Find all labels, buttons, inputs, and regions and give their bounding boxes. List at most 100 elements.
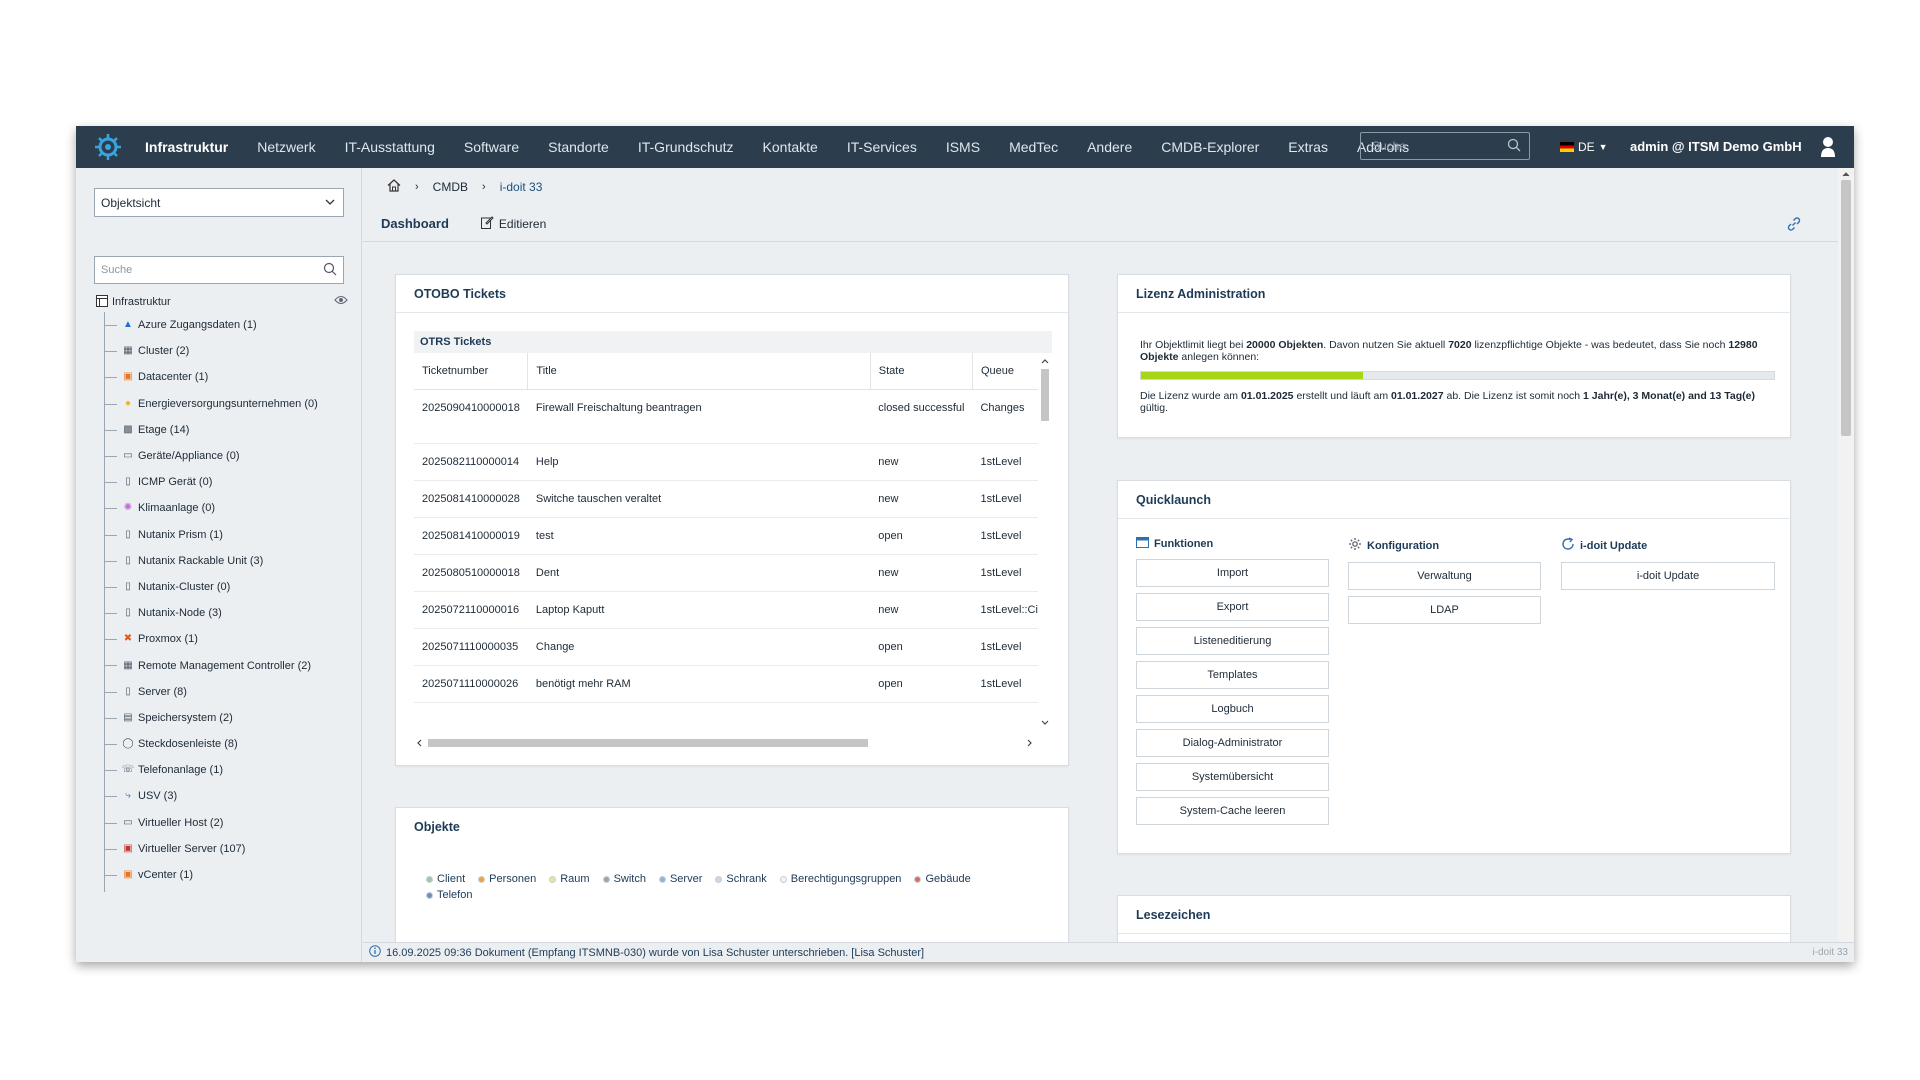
tree-item[interactable]: ▯ Server (8) xyxy=(96,679,360,705)
tree-item-label: Azure Zugangsdaten (1) xyxy=(138,319,257,332)
quicklaunch-button[interactable]: Dialog-Administrator xyxy=(1136,729,1329,757)
table-row[interactable]: 2025071110000035 Change open 1stLevel xyxy=(414,628,1038,666)
tree-item[interactable]: ▯ Nutanix Rackable Unit (3) xyxy=(96,548,360,574)
tree-item[interactable]: ● Energieversorgungsunternehmen (0) xyxy=(96,391,360,417)
column-header-ticketnumber[interactable]: Ticketnumber xyxy=(414,353,529,390)
legend-item[interactable]: Gebäude xyxy=(914,872,971,887)
link-icon[interactable] xyxy=(1786,216,1802,237)
dashboard-tab[interactable]: Dashboard xyxy=(381,216,449,231)
eye-icon[interactable] xyxy=(334,295,348,308)
breadcrumb-cmdb[interactable]: CMDB xyxy=(433,180,468,194)
quicklaunch-button[interactable]: Verwaltung xyxy=(1348,562,1541,590)
nav-standorte[interactable]: Standorte xyxy=(548,139,609,155)
table-row[interactable]: 2025081410000028 Switche tauschen veralte… xyxy=(414,480,1038,518)
legend-item[interactable]: Telefon xyxy=(426,888,472,903)
nav-infrastruktur[interactable]: Infrastruktur xyxy=(145,139,228,155)
table-row[interactable]: 2025062510000011teopen1stLevel::Ci xyxy=(414,702,1038,711)
status-message[interactable]: 16.09.2025 09:36 Dokument (Empfang ITSMN… xyxy=(386,947,924,959)
nav-isms[interactable]: ISMS xyxy=(946,139,980,155)
edit-button[interactable]: Editieren xyxy=(480,215,546,232)
nav-kontakte[interactable]: Kontakte xyxy=(763,139,818,155)
tree-item[interactable]: ▲ Azure Zugangsdaten (1) xyxy=(96,312,360,338)
table-row[interactable]: 2025090410000018 Firewall Freischaltung b… xyxy=(414,389,1038,444)
nav-medtec[interactable]: MedTec xyxy=(1009,139,1058,155)
tree-item[interactable]: ▯ Nutanix Prism (1) xyxy=(96,522,360,548)
tree-item[interactable]: ▭ Geräte/Appliance (0) xyxy=(96,443,360,469)
search-icon[interactable] xyxy=(1507,138,1521,155)
nav-netzwerk[interactable]: Netzwerk xyxy=(257,139,315,155)
tree-item[interactable]: ✖ Proxmox (1) xyxy=(96,626,360,652)
tree-search-input[interactable]: Suche xyxy=(94,256,344,284)
tree-item[interactable]: ▦ Remote Management Controller (2) xyxy=(96,652,360,678)
main-content: › CMDB › i-doit 33 Dashboard Editieren O… xyxy=(363,168,1854,962)
tree-item[interactable]: ▣ Datacenter (1) xyxy=(96,364,360,390)
nav-it-ausstattung[interactable]: IT-Ausstattung xyxy=(345,139,435,155)
column-header-queue[interactable]: Queue xyxy=(972,353,1038,390)
tree-item[interactable]: ▣ vCenter (1) xyxy=(96,862,360,888)
tree-item[interactable]: ▤ Speichersystem (2) xyxy=(96,705,360,731)
tree-item-label: Nutanix-Cluster (0) xyxy=(138,580,231,593)
legend-item[interactable]: Switch xyxy=(602,872,646,887)
quicklaunch-button[interactable]: Export xyxy=(1136,593,1329,621)
nav-software[interactable]: Software xyxy=(464,139,519,155)
main-scrollbar-thumb[interactable] xyxy=(1841,180,1851,436)
nav-search-input[interactable]: Suche xyxy=(1360,132,1530,160)
tree-item[interactable]: ☏ Telefonanlage (1) xyxy=(96,757,360,783)
legend-item[interactable]: Server xyxy=(658,872,702,887)
quicklaunch-button[interactable]: i-doit Update xyxy=(1561,562,1775,590)
view-select[interactable]: Objektsicht xyxy=(94,188,344,217)
breadcrumb-current[interactable]: i-doit 33 xyxy=(500,180,543,194)
legend-item[interactable]: Raum xyxy=(549,872,590,887)
legend-item[interactable]: Berechtigungsgruppen xyxy=(779,872,902,887)
legend-item[interactable]: Schrank xyxy=(715,872,767,887)
power-strip-icon: ◯ xyxy=(122,738,134,750)
nav-it-services[interactable]: IT-Services xyxy=(847,139,917,155)
quicklaunch-button[interactable]: Templates xyxy=(1136,661,1329,689)
table-row[interactable]: 2025081410000019 test open 1stLevel xyxy=(414,517,1038,555)
nav-andere[interactable]: Andere xyxy=(1087,139,1132,155)
quicklaunch-button[interactable]: LDAP xyxy=(1348,596,1541,624)
tree-item[interactable]: ▯ Nutanix-Cluster (0) xyxy=(96,574,360,600)
nav-extras[interactable]: Extras xyxy=(1288,139,1328,155)
quicklaunch-button[interactable]: System-Cache leeren xyxy=(1136,797,1329,825)
legend-item[interactable]: Client xyxy=(426,872,465,887)
quicklaunch-button[interactable]: Import xyxy=(1136,559,1329,587)
tree-root[interactable]: Infrastruktur xyxy=(96,292,360,312)
quicklaunch-button[interactable]: Systemübersicht xyxy=(1136,763,1329,791)
table-row[interactable]: 2025071110000026 benötigt mehr RAM open 1st… xyxy=(414,665,1038,703)
table-row[interactable]: 2025080510000018 Dent new 1stLevel xyxy=(414,554,1038,592)
home-icon[interactable] xyxy=(387,179,401,195)
language-selector[interactable]: DE ▼ xyxy=(1560,140,1608,154)
quicklaunch-button[interactable]: Logbuch xyxy=(1136,695,1329,723)
tree-item[interactable]: ▩ Etage (14) xyxy=(96,417,360,443)
legend-label: Berechtigungsgruppen xyxy=(790,873,902,885)
gear-icon xyxy=(1348,537,1362,554)
nav-cmdb-explorer[interactable]: CMDB-Explorer xyxy=(1161,139,1259,155)
legend-item[interactable]: Personen xyxy=(478,872,536,887)
tree-item[interactable]: ▣ Virtueller Server (107) xyxy=(96,836,360,862)
table-vertical-scrollbar[interactable] xyxy=(1038,353,1052,733)
search-icon[interactable] xyxy=(323,262,337,279)
tree-item[interactable]: ▯ ICMP Gerät (0) xyxy=(96,469,360,495)
quicklaunch-button[interactable]: Listeneditierung xyxy=(1136,627,1329,655)
view-select-value: Objektsicht xyxy=(101,196,161,210)
tree-item[interactable]: ✺ Klimaanlage (0) xyxy=(96,495,360,521)
column-header-title[interactable]: Title xyxy=(527,353,871,390)
user-label[interactable]: admin @ ITSM Demo GmbH xyxy=(1630,139,1802,154)
idoit-logo-icon[interactable] xyxy=(91,130,125,164)
column-header-state[interactable]: State xyxy=(870,353,973,390)
tree-item[interactable]: ▦ Cluster (2) xyxy=(96,338,360,364)
tree-item[interactable]: ▯ Nutanix-Node (3) xyxy=(96,600,360,626)
tree-item[interactable]: ◯ Steckdosenleiste (8) xyxy=(96,731,360,757)
table-row[interactable]: 2025082110000014 Help new 1stLevel xyxy=(414,443,1038,481)
tree-item[interactable]: ▭ Virtueller Host (2) xyxy=(96,810,360,836)
nav-it-grundschutz[interactable]: IT-Grundschutz xyxy=(638,139,734,155)
main-scrollbar[interactable] xyxy=(1838,168,1854,948)
user-icon[interactable] xyxy=(1820,136,1836,163)
table-horizontal-scrollbar[interactable] xyxy=(414,735,1038,751)
ticket-queue-cell: Changes xyxy=(972,389,1038,444)
toolbar: Dashboard Editieren xyxy=(363,206,1854,242)
tree-item[interactable]: ⤷ USV (3) xyxy=(96,783,360,809)
table-row[interactable]: 2025072110000016 Laptop Kaputt new 1stLevel… xyxy=(414,591,1038,629)
ticket-number-cell: 2025071110000035 xyxy=(414,628,528,666)
